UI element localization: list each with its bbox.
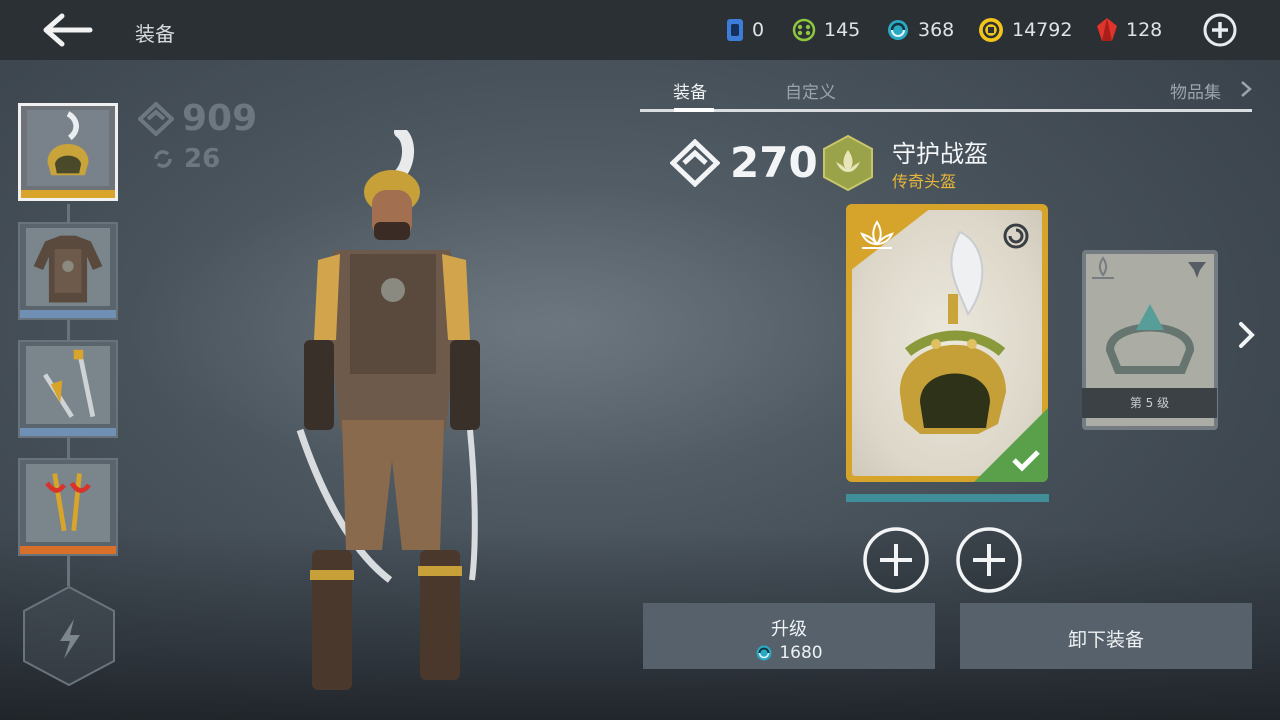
equipped-check-icon xyxy=(974,408,1048,482)
warrior-character-model xyxy=(296,130,480,690)
rarity-bar xyxy=(20,310,116,318)
next-item-arrow-icon[interactable] xyxy=(1236,318,1258,352)
background-fog xyxy=(120,180,920,480)
helmet-thumbnail-icon xyxy=(27,110,109,187)
currency-tokens-value: 0 xyxy=(752,19,765,41)
currency-orbs-value: 145 xyxy=(824,19,861,41)
cyan-swirl-icon xyxy=(888,20,908,40)
back-arrow-icon[interactable] xyxy=(40,12,96,48)
shield-rune-icon xyxy=(1188,262,1206,278)
character-power-value: 909 xyxy=(182,98,258,139)
red-gem-icon xyxy=(1097,18,1117,41)
add-currency-icon[interactable] xyxy=(1202,12,1238,48)
unequip-button[interactable]: 卸下装备 xyxy=(960,603,1252,669)
slot-connector xyxy=(67,204,70,224)
power-diamond-icon xyxy=(138,101,174,136)
currency-gems: 128 xyxy=(1096,17,1162,43)
upgrade-button[interactable]: 升级 1680 xyxy=(643,603,935,669)
currency-coins: 14792 xyxy=(978,17,1072,43)
currency-swirl: 368 xyxy=(886,17,954,43)
rarity-bar xyxy=(21,190,115,198)
currency-orbs: 145 xyxy=(792,17,860,43)
next-card-level: 第 5 级 xyxy=(1082,388,1217,418)
upgrade-cost-value: 1680 xyxy=(779,643,823,663)
armor-thumbnail-icon xyxy=(26,228,110,307)
page-title: 装备 xyxy=(135,22,175,46)
upgrade-cost: 1680 xyxy=(643,643,935,663)
currency-tokens: 0 xyxy=(726,17,764,43)
slot-weapon[interactable] xyxy=(18,340,118,438)
upgrade-label: 升级 xyxy=(771,619,807,640)
rarity-bar xyxy=(20,546,116,554)
tab-bar: 装备 自定义 物品集 xyxy=(640,74,1252,112)
item-rarity: 传奇头盔 xyxy=(892,172,957,191)
item-name: 守护战盔 xyxy=(892,140,988,168)
slot-connector xyxy=(67,320,70,342)
refresh-icon xyxy=(154,150,172,168)
swords-thumbnail-icon xyxy=(26,346,110,425)
gold-coin-icon xyxy=(979,18,1003,42)
top-bar: 装备 0 145 368 14792 128 xyxy=(0,0,1280,60)
lotus-emblem-icon xyxy=(823,134,873,192)
daggers-thumbnail-icon xyxy=(26,464,110,543)
tab-active-indicator xyxy=(674,108,714,112)
item-card-selected[interactable] xyxy=(846,204,1048,482)
card-progress-bar xyxy=(846,494,1049,502)
add-enhancement-button-2[interactable] xyxy=(955,526,1023,594)
currency-gems-value: 128 xyxy=(1126,19,1163,41)
green-orb-icon xyxy=(792,18,816,42)
tab-underline xyxy=(640,109,1252,112)
character-power: 909 xyxy=(138,98,257,139)
tab-equip[interactable]: 装备 xyxy=(673,78,707,103)
tab-customize[interactable]: 自定义 xyxy=(785,78,836,103)
unequip-label: 卸下装备 xyxy=(1067,629,1144,651)
item-power-value: 270 xyxy=(730,138,818,187)
character-upgrades-value: 26 xyxy=(184,144,221,174)
item-power: 270 xyxy=(670,138,818,187)
blue-token-icon xyxy=(727,19,743,41)
currency-swirl-value: 368 xyxy=(918,19,955,41)
slot-armor[interactable] xyxy=(18,222,118,320)
slot-ranged[interactable] xyxy=(18,458,118,556)
power-diamond-icon xyxy=(670,138,720,187)
lightning-slot-icon xyxy=(23,585,115,687)
circlet-image xyxy=(1105,304,1195,374)
cyan-swirl-icon xyxy=(756,645,772,661)
lotus-icon xyxy=(1092,256,1114,279)
chevron-right-icon[interactable] xyxy=(1240,80,1252,98)
currency-coins-value: 14792 xyxy=(1012,19,1073,41)
character-upgrades: 26 xyxy=(152,144,220,174)
tab-collection[interactable]: 物品集 xyxy=(1170,78,1221,103)
rarity-bar xyxy=(20,428,116,436)
slot-connector xyxy=(67,438,70,460)
add-enhancement-button-1[interactable] xyxy=(862,526,930,594)
slot-connector xyxy=(67,556,70,586)
slot-helmet[interactable] xyxy=(18,103,118,201)
